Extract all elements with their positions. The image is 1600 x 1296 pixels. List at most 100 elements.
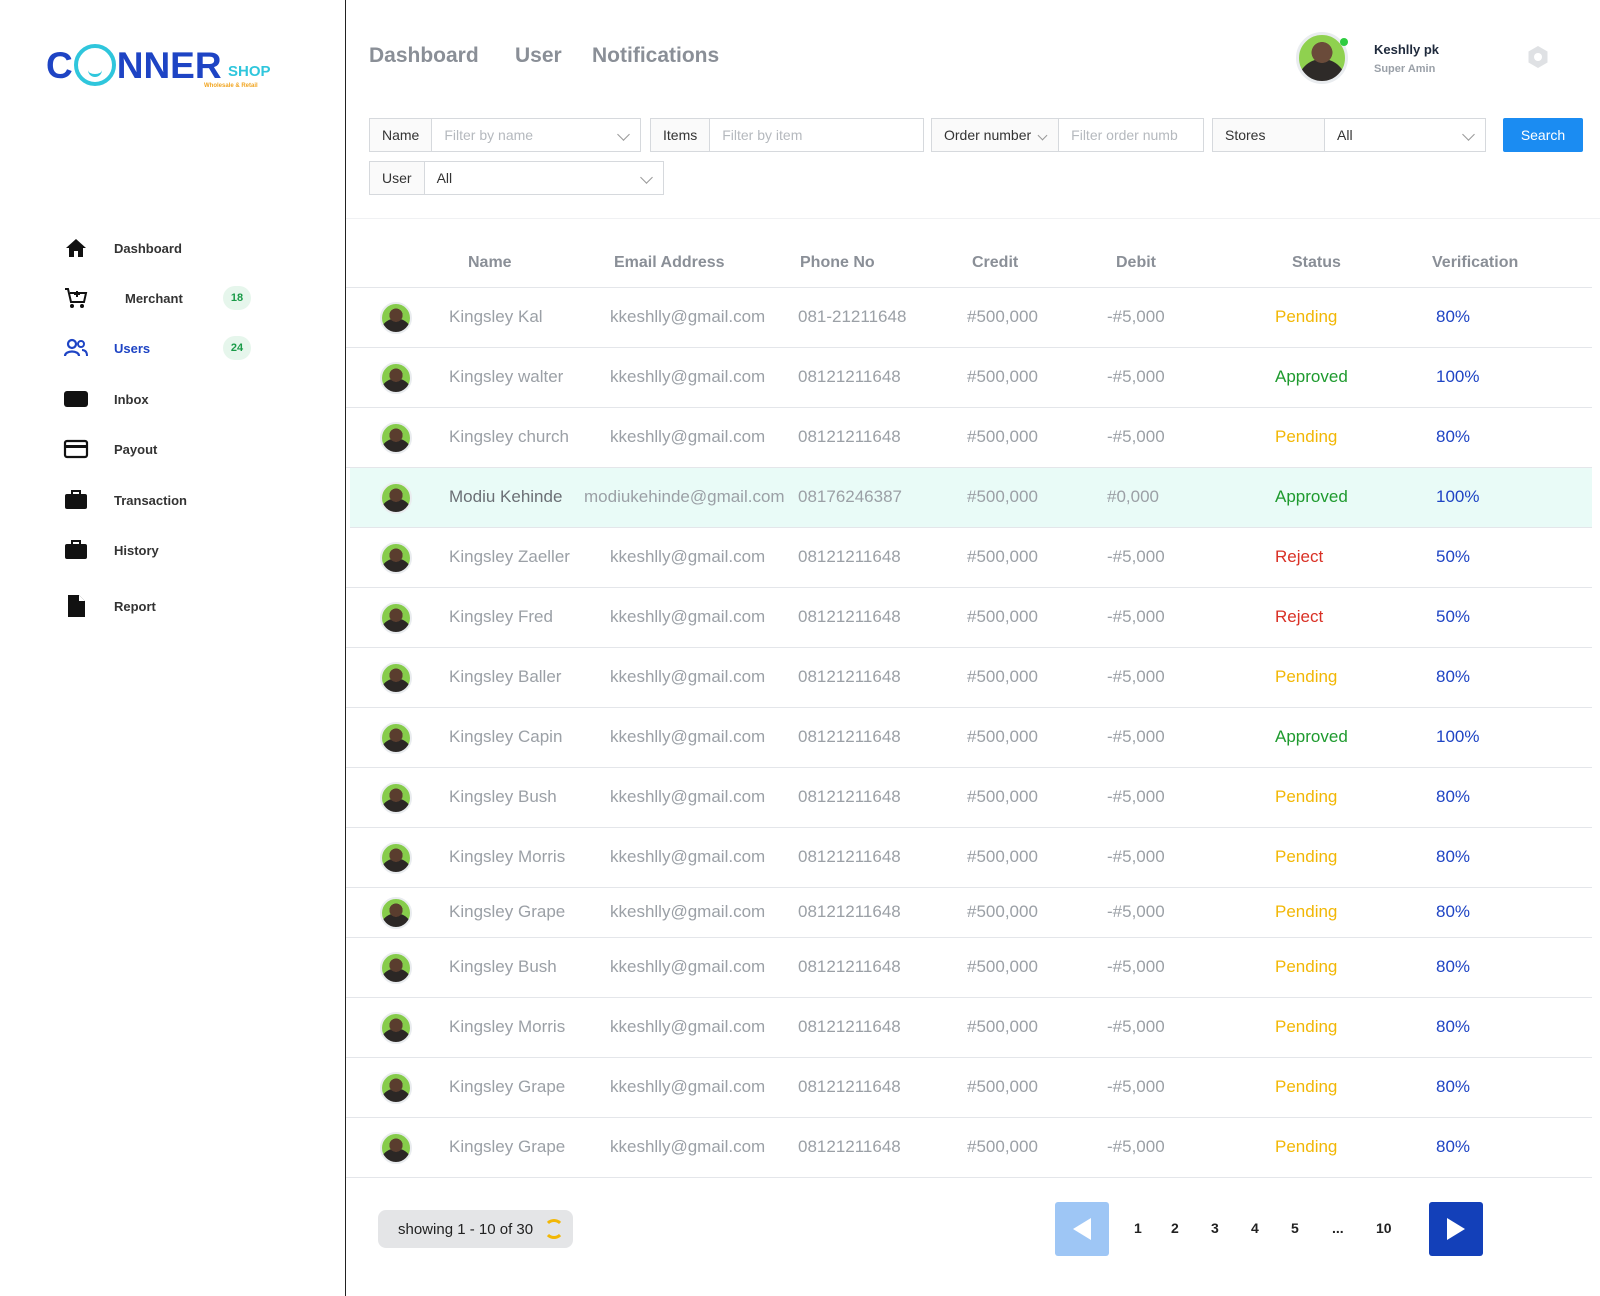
cell-email: kkeshlly@gmail.com [610,1017,766,1036]
cell-name: Kingsley Bush [449,787,557,806]
cell-verification: 50% [1436,547,1471,566]
status-badge: Reject [1275,607,1324,626]
table-row[interactable]: Kingsley Grape kkeshlly@gmail.com 08121211… [346,1058,1592,1118]
online-status-dot [1340,38,1348,46]
tab-dashboard[interactable]: Dashboard [369,44,479,68]
column-header-status[interactable]: Status [1292,254,1341,272]
table-row[interactable]: Kingsley walter kkeshlly@gmail.com 0812121… [346,348,1592,408]
next-page-button[interactable] [1429,1202,1483,1256]
cell-email: kkeshlly@gmail.com [610,1077,766,1096]
cell-phone: 08121211648 [798,847,901,866]
table-row[interactable]: Kingsley Baller kkeshlly@gmail.com 0812121… [346,648,1592,708]
cell-verification: 80% [1436,667,1471,686]
table-row[interactable]: Kingsley Zaeller kkeshlly@gmail.com 081212… [346,528,1592,588]
table-row[interactable]: Kingsley Bush kkeshlly@gmail.com 081212116… [346,768,1592,828]
card-icon [62,435,90,463]
status-badge: Pending [1275,787,1338,806]
cell-email: kkeshlly@gmail.com [610,367,766,386]
table-row[interactable]: Modiu Kehinde modiukehinde@gmail.com 08176… [350,468,1592,528]
sidebar-item-label: History [114,542,159,558]
avatar [380,1012,412,1044]
table-row[interactable]: Kingsley Kal kkeshlly@gmail.com 081-212116… [346,288,1592,348]
cell-debit: -#5,000 [1107,902,1165,921]
sidebar-item-users[interactable]: Users 24 [0,328,300,368]
cell-name: Kingsley Kal [449,307,543,326]
cell-debit: -#5,000 [1107,367,1165,386]
table-row[interactable]: Kingsley Grape kkeshlly@gmail.com 08121211… [346,888,1592,938]
page-number[interactable]: 5 [1291,1220,1299,1236]
users-count-badge: 24 [223,336,251,360]
sidebar-item-label: Report [114,598,156,614]
table-row[interactable]: Kingsley Fred kkeshlly@gmail.com 081212116… [346,588,1592,648]
sidebar-item-transaction[interactable]: Transaction [0,480,300,520]
avatar [380,302,412,334]
items-filter-input[interactable]: Filter by item [710,119,923,151]
cell-credit: #500,000 [967,1137,1038,1156]
column-header-name[interactable]: Name [468,254,512,272]
previous-page-button[interactable] [1055,1202,1109,1256]
cell-name: Kingsley Baller [449,667,562,686]
cell-credit: #500,000 [967,1077,1038,1096]
cell-debit: #0,000 [1107,487,1159,506]
status-badge: Pending [1275,902,1338,921]
cell-verification: 80% [1436,427,1471,446]
column-header-debit[interactable]: Debit [1116,254,1156,272]
cell-verification: 80% [1436,902,1471,921]
column-header-credit[interactable]: Credit [972,254,1018,272]
refresh-icon[interactable] [544,1219,564,1239]
table-row[interactable]: Kingsley Morris kkeshlly@gmail.com 0812121… [346,828,1592,888]
avatar [380,1132,412,1164]
cell-credit: #500,000 [967,667,1038,686]
sidebar-item-label: Dashboard [114,240,182,256]
sidebar-item-dashboard[interactable]: Dashboard [0,228,300,268]
column-header-email[interactable]: Email Address [614,254,725,272]
page-number[interactable]: 3 [1211,1220,1219,1236]
settings-icon[interactable] [1526,45,1550,69]
status-badge: Approved [1275,487,1348,506]
sidebar-item-inbox[interactable]: Inbox [0,379,300,419]
table-row[interactable]: Kingsley church kkeshlly@gmail.com 0812121… [346,408,1592,468]
cell-email: kkeshlly@gmail.com [610,902,766,921]
search-button[interactable]: Search [1503,118,1583,152]
column-header-phone[interactable]: Phone No [800,254,875,272]
table-row[interactable]: Kingsley Bush kkeshlly@gmail.com 081212116… [346,938,1592,998]
avatar [380,952,412,984]
user-select[interactable]: All [425,162,663,194]
sidebar-item-label: Transaction [114,492,187,508]
page-number[interactable]: 10 [1376,1220,1392,1236]
order-number-filter-label[interactable]: Order number [932,119,1060,151]
cell-name: Kingsley Bush [449,957,557,976]
avatar [380,662,412,694]
brand-logo[interactable]: C NNER SHOP Wholesale & Retail [46,28,286,98]
status-badge: Pending [1275,1077,1338,1096]
briefcase-icon [62,486,90,514]
page-number[interactable]: 1 [1134,1220,1142,1236]
profile-name[interactable]: Keshlly pk [1374,42,1439,57]
sidebar-item-history[interactable]: History [0,530,300,570]
table-row[interactable]: Kingsley Morris kkeshlly@gmail.com 0812121… [346,998,1592,1058]
tab-user[interactable]: User [515,44,562,68]
cell-credit: #500,000 [967,727,1038,746]
avatar [380,782,412,814]
cell-email: kkeshlly@gmail.com [610,957,766,976]
name-filter-input[interactable]: Filter by name [432,119,640,151]
tab-notifications[interactable]: Notifications [592,44,719,68]
cell-debit: -#5,000 [1107,607,1165,626]
avatar [380,602,412,634]
status-badge: Pending [1275,307,1338,326]
order-number-filter-input[interactable]: Filter order numb [1059,119,1203,151]
page-number[interactable]: 4 [1251,1220,1259,1236]
sidebar-item-payout[interactable]: Payout [0,429,300,469]
table-row[interactable]: Kingsley Grape kkeshlly@gmail.com 08121211… [346,1118,1592,1178]
sidebar-item-merchant[interactable]: Merchant 18 [0,278,300,318]
column-header-verification[interactable]: Verification [1432,254,1518,272]
table-row[interactable]: Kingsley Capin kkeshlly@gmail.com 08121211… [346,708,1592,768]
document-icon [62,592,90,620]
stores-select[interactable]: All [1325,119,1485,151]
cell-email: modiukehinde@gmail.com [584,487,785,506]
page-number[interactable]: 2 [1171,1220,1179,1236]
sidebar-item-report[interactable]: Report [0,586,300,626]
status-badge: Pending [1275,667,1338,686]
status-badge: Pending [1275,427,1338,446]
briefcase-icon [62,536,90,564]
